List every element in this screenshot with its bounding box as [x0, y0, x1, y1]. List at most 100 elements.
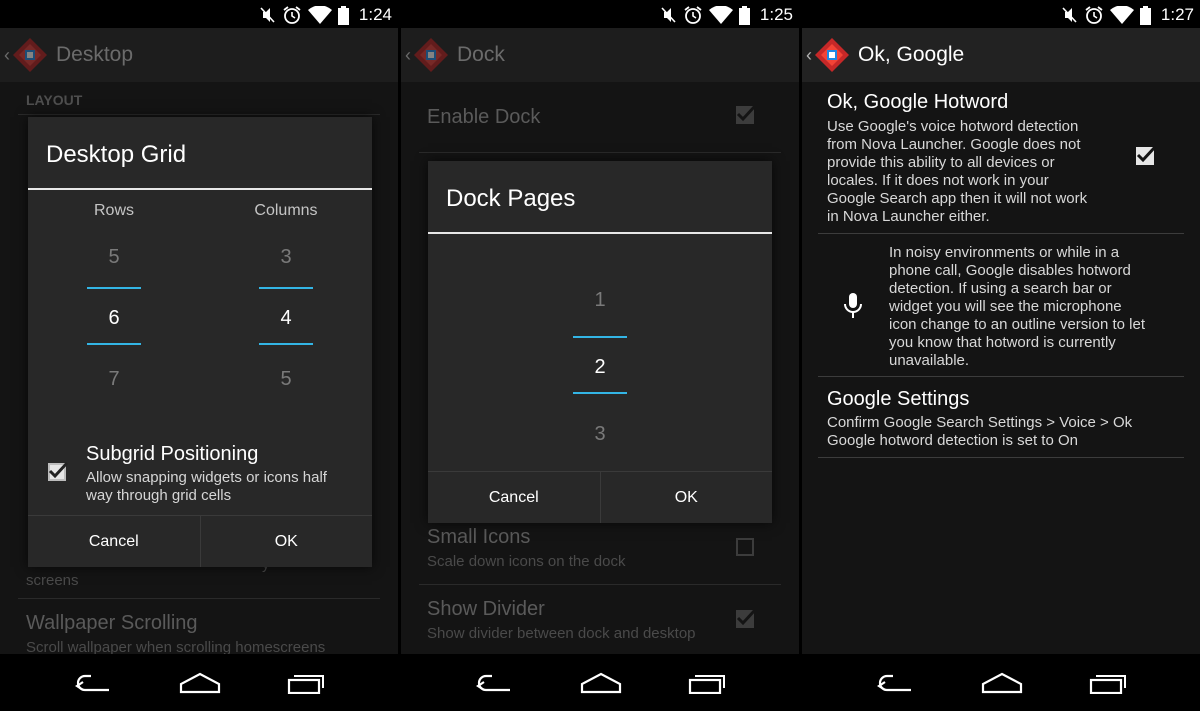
- hotword-checkbox[interactable]: [1136, 145, 1157, 165]
- subgrid-summary-line: way through grid cells: [86, 487, 232, 504]
- info-line: icon change to an outline version to let: [889, 316, 1146, 333]
- wifi-icon: [708, 6, 733, 24]
- picker-selection-line: [259, 343, 313, 345]
- cancel-button[interactable]: Cancel: [428, 472, 600, 523]
- checkmark-icon: [736, 104, 757, 122]
- dock-settings-panel: 1:25 ‹ Dock Enable Dock Small Icons Scal…: [401, 0, 799, 711]
- ok-button[interactable]: OK: [599, 472, 773, 523]
- dialog-title-divider: [28, 188, 372, 190]
- small-icons-checkbox[interactable]: [736, 538, 754, 556]
- back-icon[interactable]: [73, 672, 113, 694]
- columns-prev-value[interactable]: 3: [256, 246, 316, 269]
- dialog-title: Desktop Grid: [46, 141, 187, 168]
- status-time: 1:24: [358, 5, 392, 24]
- dialog-title-divider: [428, 232, 772, 234]
- desktop-grid-dialog: Desktop Grid Rows Columns 5 6 7 3 4 5 Su…: [28, 117, 372, 567]
- picker-selection-line: [573, 336, 627, 338]
- muted-icon: [1062, 7, 1077, 23]
- home-icon[interactable]: [179, 672, 221, 694]
- muted-icon: [661, 7, 676, 23]
- item-divider: [18, 598, 380, 599]
- summary-line: from Nova Launcher. Google does not: [827, 136, 1081, 153]
- status-time: 1:27: [1160, 5, 1194, 24]
- summary-line: locales. If it does not work in your: [827, 172, 1049, 189]
- status-bar: 1:24: [0, 0, 398, 28]
- alarm-icon: [1085, 6, 1103, 24]
- subgrid-summary-line: Allow snapping widgets or icons half: [86, 469, 327, 486]
- rows-prev-value[interactable]: 5: [84, 246, 144, 269]
- item-divider: [818, 457, 1184, 458]
- enable-dock-item[interactable]: Enable Dock: [427, 106, 540, 129]
- pages-prev-value[interactable]: 1: [570, 289, 630, 312]
- back-icon[interactable]: [474, 672, 514, 694]
- up-chevron-icon: ‹: [4, 44, 10, 65]
- recents-icon[interactable]: [287, 672, 325, 694]
- wallpaper-scrolling-title: Wallpaper Scrolling: [26, 612, 198, 634]
- status-bar: 1:25: [401, 0, 799, 28]
- action-bar[interactable]: ‹ Ok, Google: [802, 28, 1200, 82]
- rows-next-value[interactable]: 7: [84, 368, 144, 391]
- home-icon[interactable]: [580, 672, 622, 694]
- hotword-summary: Use Google's voice hotword detection fro…: [827, 118, 1087, 226]
- show-divider-item[interactable]: Show Divider Show divider between dock a…: [427, 598, 696, 642]
- summary-line: Google hotword detection is set to On: [827, 432, 1078, 449]
- battery-icon: [738, 5, 750, 25]
- checkmark-icon: [1136, 145, 1157, 163]
- nova-logo-icon: [13, 38, 47, 72]
- page-title: Dock: [457, 43, 505, 66]
- info-line: widget you will see the microphone: [889, 298, 1122, 315]
- back-icon[interactable]: [875, 672, 915, 694]
- item-divider: [419, 584, 781, 585]
- small-icons-summary: Scale down icons on the dock: [427, 553, 626, 570]
- checkmark-icon: [736, 608, 757, 626]
- pages-next-value[interactable]: 3: [570, 423, 630, 446]
- columns-next-value[interactable]: 5: [256, 368, 316, 391]
- home-icon[interactable]: [981, 672, 1023, 694]
- dialog-button-bar: Cancel OK: [428, 471, 772, 523]
- enable-dock-title: Enable Dock: [427, 106, 541, 128]
- settings-list: Ok, Google Hotword Use Google's voice ho…: [802, 82, 1200, 654]
- page-title: Ok, Google: [858, 43, 965, 66]
- status-time: 1:25: [759, 5, 793, 24]
- nova-logo-icon: [414, 38, 448, 72]
- wallpaper-scrolling-item[interactable]: Wallpaper Scrolling Scroll wallpaper whe…: [26, 612, 325, 656]
- alarm-icon: [283, 6, 301, 24]
- hotword-info-text: In noisy environments or while in a phon…: [889, 244, 1145, 370]
- summary-line: Confirm Google Search Settings > Voice >…: [827, 414, 1133, 431]
- info-line: phone call, Google disables hotword: [889, 262, 1131, 279]
- show-divider-title: Show Divider: [427, 598, 545, 620]
- subgrid-summary: Allow snapping widgets or icons half way…: [86, 469, 327, 505]
- item-divider: [818, 233, 1184, 234]
- picker-selection-line: [259, 287, 313, 289]
- rows-label: Rows: [93, 202, 134, 219]
- recents-icon[interactable]: [688, 672, 726, 694]
- dialog-title: Dock Pages: [446, 185, 576, 212]
- battery-icon: [337, 5, 349, 25]
- action-bar[interactable]: ‹ Desktop: [0, 28, 398, 82]
- subgrid-checkbox[interactable]: [48, 461, 69, 481]
- picker-selection-line: [87, 343, 141, 345]
- columns-selected-value[interactable]: 4: [256, 307, 316, 330]
- dialog-button-bar: Cancel OK: [28, 515, 372, 567]
- show-divider-summary: Show divider between dock and desktop: [427, 625, 696, 642]
- action-bar[interactable]: ‹ Dock: [401, 28, 799, 82]
- hotword-title: Ok, Google Hotword: [827, 91, 1009, 113]
- up-chevron-icon: ‹: [405, 44, 411, 65]
- ok-google-settings-panel: 1:27 ‹ Ok, Google Ok, Google Hotword Use…: [802, 0, 1200, 711]
- rows-selected-value[interactable]: 6: [84, 307, 144, 330]
- show-divider-checkbox[interactable]: [736, 608, 757, 628]
- small-icons-item[interactable]: Small Icons Scale down icons on the dock: [427, 526, 625, 570]
- info-line: detection. If using a search bar or: [889, 280, 1112, 297]
- summary-line: Google Search app then it will not work: [827, 190, 1088, 207]
- recents-icon[interactable]: [1089, 672, 1127, 694]
- section-divider: [18, 114, 380, 115]
- checkmark-icon: [48, 461, 69, 479]
- status-bar: 1:27: [802, 0, 1200, 28]
- info-line: In noisy environments or while in a: [889, 244, 1120, 261]
- cancel-button[interactable]: Cancel: [28, 516, 200, 567]
- enable-dock-checkbox[interactable]: [736, 104, 757, 124]
- up-chevron-icon: ‹: [806, 44, 812, 65]
- pages-selected-value[interactable]: 2: [570, 356, 630, 379]
- nova-logo-icon: [815, 38, 849, 72]
- ok-button[interactable]: OK: [199, 516, 373, 567]
